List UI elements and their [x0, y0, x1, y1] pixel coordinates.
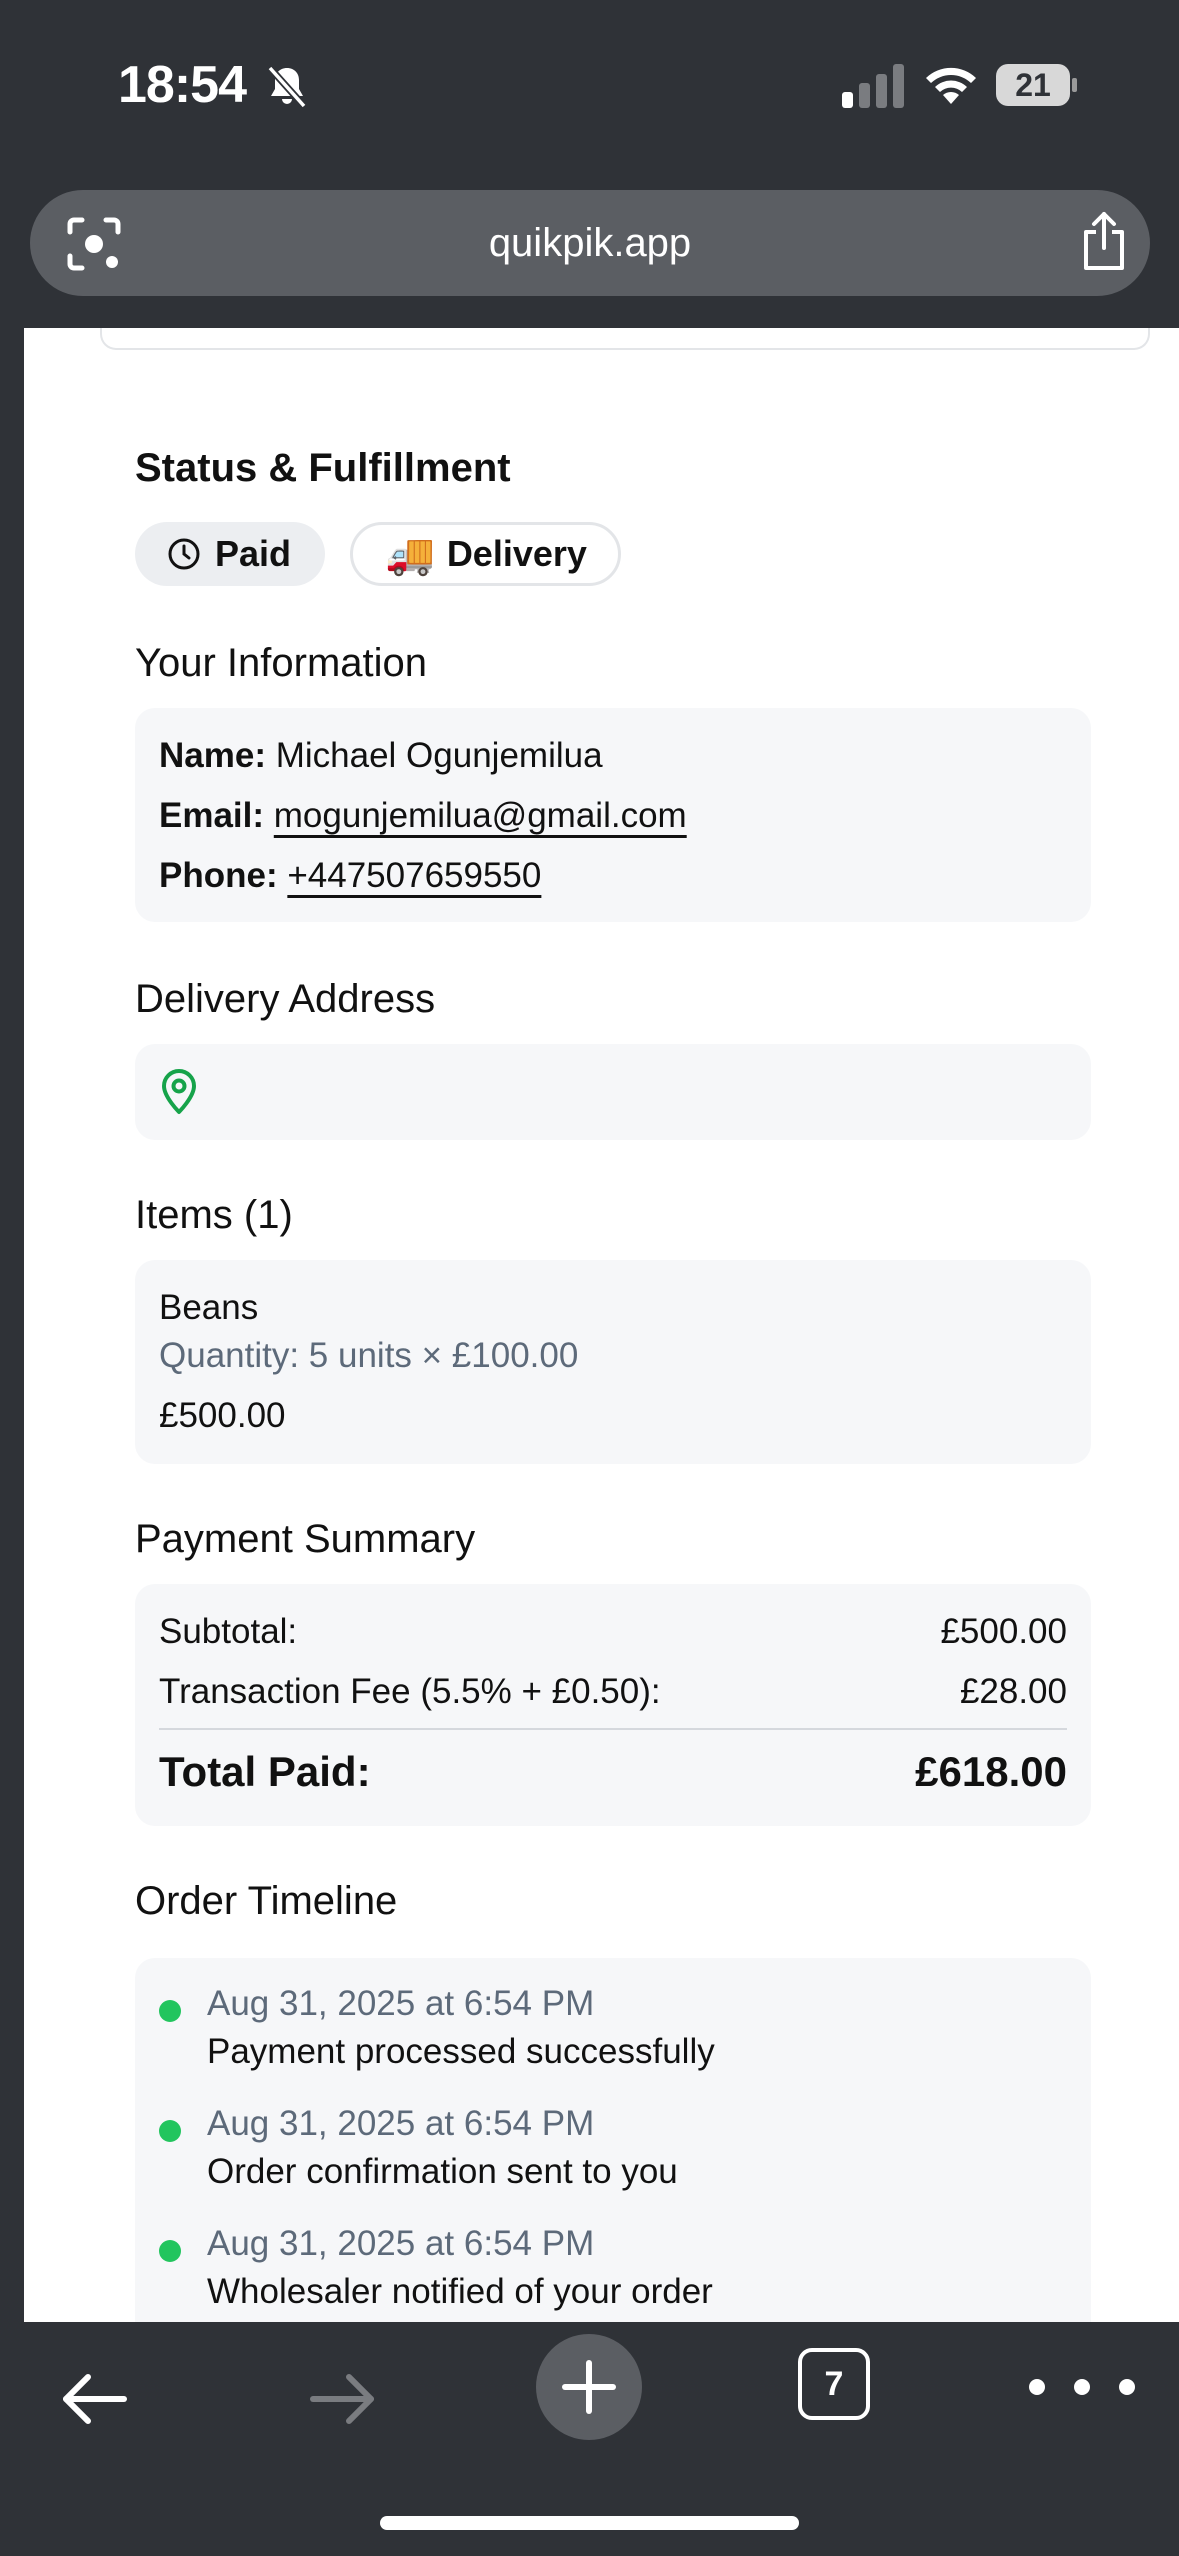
items-section-title: Items (1) — [135, 1193, 293, 1237]
tab-switcher-button[interactable]: 7 — [798, 2348, 870, 2420]
home-indicator[interactable] — [380, 2516, 799, 2530]
bell-slash-icon — [267, 65, 307, 109]
phone-label: Phone: — [159, 856, 278, 895]
event-text: Order confirmation sent to you — [207, 2152, 678, 2191]
payment-section-title: Payment Summary — [135, 1517, 476, 1561]
event-date: Aug 31, 2025 at 6:54 PM — [207, 2224, 595, 2263]
map-pin-icon — [162, 1069, 196, 1114]
delivery-label: Delivery — [446, 533, 587, 574]
back-arrow-icon[interactable] — [58, 2362, 132, 2436]
total-value: £618.00 — [915, 1748, 1067, 1795]
clock-time: 18:54 — [118, 56, 247, 114]
timeline-card: Aug 31, 2025 at 6:54 PM Payment processe… — [135, 1958, 1091, 2322]
more-options-icon[interactable] — [1022, 2372, 1142, 2402]
address-section-title: Delivery Address — [135, 977, 436, 1021]
event-date: Aug 31, 2025 at 6:54 PM — [207, 2104, 595, 2143]
subtotal-label: Subtotal: — [159, 1612, 298, 1651]
wifi-icon — [926, 67, 976, 104]
subtotal-row: Subtotal: £500.00 — [159, 1612, 1067, 1652]
total-row: Total Paid: £618.00 — [159, 1748, 1067, 1796]
phone-link[interactable]: +447507659550 — [287, 856, 541, 895]
total-label: Total Paid: — [159, 1748, 371, 1795]
item-price: £500.00 — [159, 1396, 286, 1435]
name-row: Name: Michael Ogunjemilua — [159, 736, 603, 776]
timeline-event: Aug 31, 2025 at 6:54 PM Payment processe… — [159, 1984, 1067, 2084]
order-page: Status & Fulfillment Paid 🚚 Delivery You… — [24, 328, 1179, 2322]
status-bar: 18:54 21 — [0, 0, 1179, 180]
battery-icon: 21 — [996, 64, 1077, 106]
timeline-section-title: Order Timeline — [135, 1879, 398, 1923]
status-section-title: Status & Fulfillment — [135, 446, 511, 490]
signal-icon — [842, 64, 904, 108]
paid-label: Paid — [215, 533, 292, 574]
new-tab-button[interactable] — [536, 2334, 642, 2440]
status-dot — [159, 2000, 181, 2022]
truck-icon: 🚚 — [385, 531, 435, 578]
email-row: Email: mogunjemilua@gmail.com — [159, 796, 687, 836]
timeline-event: Aug 31, 2025 at 6:54 PM Order confirmati… — [159, 2104, 1067, 2204]
item-card: Beans Quantity: 5 units × £100.00 £500.0… — [135, 1260, 1091, 1464]
url-text[interactable]: quikpik.app — [30, 190, 1150, 296]
name-value: Michael Ogunjemilua — [275, 736, 603, 775]
status-dot — [159, 2120, 181, 2142]
event-date: Aug 31, 2025 at 6:54 PM — [207, 1984, 595, 2023]
event-text: Payment processed successfully — [207, 2032, 715, 2071]
summary-divider — [159, 1728, 1067, 1730]
fee-value: £28.00 — [959, 1672, 1067, 1711]
battery-level: 21 — [996, 64, 1070, 106]
fee-row: Transaction Fee (5.5% + £0.50): £28.00 — [159, 1672, 1067, 1712]
address-bar[interactable]: quikpik.app — [30, 190, 1150, 296]
info-section-title: Your Information — [135, 641, 428, 685]
event-text: Wholesaler notified of your order — [207, 2272, 713, 2311]
status-dot — [159, 2240, 181, 2262]
forward-arrow-icon[interactable] — [305, 2362, 379, 2436]
phone-row: Phone: +447507659550 — [159, 856, 541, 896]
name-label: Name: — [159, 736, 266, 775]
paid-badge: Paid — [135, 522, 325, 586]
subtotal-value: £500.00 — [940, 1612, 1067, 1651]
email-label: Email: — [159, 796, 265, 835]
timeline-event: Aug 31, 2025 at 6:54 PM Wholesaler notif… — [159, 2224, 1067, 2322]
item-name: Beans — [159, 1288, 259, 1327]
web-viewport[interactable]: Status & Fulfillment Paid 🚚 Delivery You… — [0, 328, 1179, 2322]
previous-card-edge — [100, 328, 1150, 350]
item-quantity: Quantity: 5 units × £100.00 — [159, 1336, 579, 1375]
payment-summary-card: Subtotal: £500.00 Transaction Fee (5.5% … — [135, 1584, 1091, 1826]
email-link[interactable]: mogunjemilua@gmail.com — [274, 796, 687, 835]
plus-icon — [562, 2360, 616, 2414]
customer-info-card: Name: Michael Ogunjemilua Email: mogunje… — [135, 708, 1091, 922]
fee-label: Transaction Fee (5.5% + £0.50): — [159, 1672, 661, 1711]
delivery-badge: 🚚 Delivery — [350, 522, 621, 586]
clock-icon — [168, 538, 200, 570]
share-icon[interactable] — [1078, 210, 1130, 272]
delivery-address-card — [135, 1044, 1091, 1140]
